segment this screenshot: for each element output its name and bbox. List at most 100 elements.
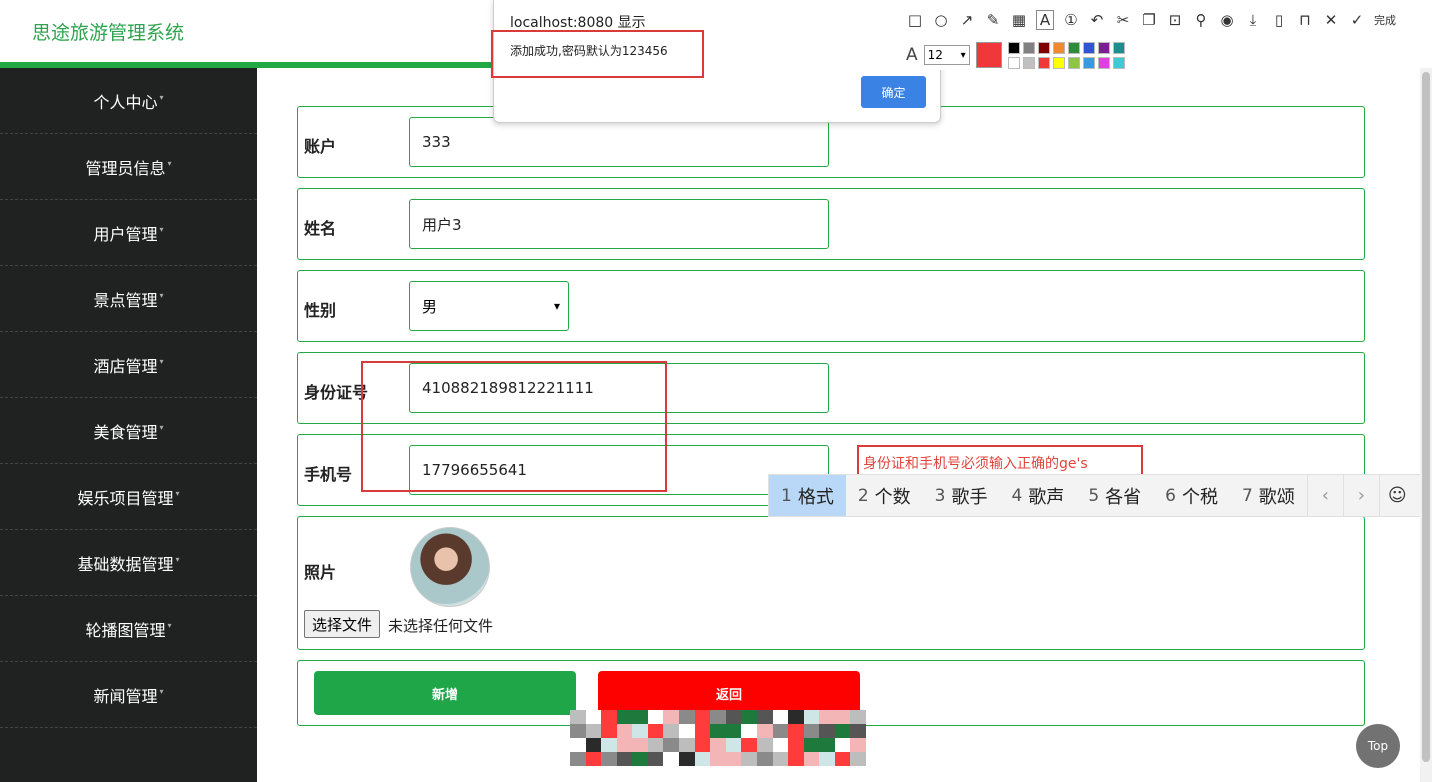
mosaic-overlay [570, 710, 866, 766]
mosaic-cell [741, 738, 757, 752]
scan-icon[interactable]: ⊡ [1166, 11, 1184, 29]
mosaic-cell [570, 724, 586, 738]
number-icon[interactable]: ① [1062, 11, 1080, 29]
ime-emoji-icon[interactable]: ☺ [1378, 475, 1415, 516]
font-size-select[interactable]: 12 ▾ [923, 45, 970, 65]
rectangle-icon[interactable]: □ [906, 11, 924, 29]
sidebar-item-base-data[interactable]: 基础数据管理 ▾ [0, 530, 257, 596]
device-icon[interactable]: ▯ [1270, 11, 1288, 29]
record-icon[interactable]: ◉ [1218, 11, 1236, 29]
sidebar-item-admin-info[interactable]: 管理员信息 ▾ [0, 134, 257, 200]
annotation-rectangle[interactable] [361, 361, 667, 492]
color-swatch[interactable] [1097, 56, 1110, 69]
color-swatch[interactable] [1052, 41, 1065, 54]
form-row-photo: 照片 选择文件 未选择任何文件 [297, 516, 1365, 650]
pencil-icon[interactable]: ✎ [984, 11, 1002, 29]
mosaic-cell [803, 710, 820, 724]
ime-candidate[interactable]: 3 歌手 [923, 475, 1000, 516]
mosaic-cell [679, 752, 695, 766]
circle-icon[interactable]: ○ [932, 11, 950, 29]
download-icon[interactable]: ⤓ [1244, 11, 1262, 29]
id-card-label: 身份证号 [304, 383, 369, 402]
sidebar-item-profile[interactable]: 个人中心 ▾ [0, 68, 257, 134]
ime-candidate[interactable]: 6 个税 [1153, 475, 1230, 516]
mosaic-cell [663, 710, 680, 724]
mosaic-cell [710, 752, 726, 766]
account-label: 账户 [304, 137, 337, 156]
add-button[interactable]: 新增 [314, 671, 576, 715]
text-icon[interactable]: A [1036, 10, 1054, 30]
color-swatch[interactable] [1082, 41, 1095, 54]
ime-candidate[interactable]: 7 歌颂 [1230, 475, 1307, 516]
mosaic-cell [788, 710, 804, 724]
color-swatch[interactable] [1022, 41, 1035, 54]
scroll-thumb[interactable] [1422, 72, 1430, 762]
color-swatch[interactable] [1067, 41, 1080, 54]
toolbar-style: A 12 ▾ [906, 41, 1125, 69]
ime-candidate[interactable]: 1 格式 [769, 475, 846, 516]
color-swatch[interactable] [1082, 56, 1095, 69]
mosaic-cell [819, 724, 835, 738]
color-swatch[interactable] [1112, 56, 1125, 69]
scrollbar[interactable] [1420, 68, 1432, 782]
chevron-down-icon: ▾ [553, 299, 560, 313]
color-swatch[interactable] [1067, 56, 1080, 69]
current-color-swatch[interactable] [975, 42, 1002, 68]
mosaic-cell [601, 752, 617, 766]
color-swatch[interactable] [1007, 41, 1020, 54]
photo-preview [410, 527, 490, 607]
back-to-top-button[interactable]: Top [1356, 724, 1400, 768]
mosaic-cell [819, 738, 835, 752]
form-row-name: 姓名 用户3 [297, 188, 1365, 260]
done-label[interactable]: 完成 [1374, 12, 1396, 28]
mosaic-cell [616, 752, 633, 766]
color-swatch[interactable] [1112, 41, 1125, 54]
mosaic-cell [632, 724, 648, 738]
annotation-rectangle-alert[interactable] [491, 30, 704, 78]
sidebar-item-food[interactable]: 美食管理 ▾ [0, 398, 257, 464]
caret-down-icon: ▾ [167, 621, 172, 630]
arrow-icon[interactable]: ↗ [958, 11, 976, 29]
undo-icon[interactable]: ↶ [1088, 11, 1106, 29]
pin-icon[interactable]: ⚲ [1192, 11, 1210, 29]
mosaic-cell [601, 724, 617, 738]
sidebar-item-entertainment[interactable]: 娱乐项目管理 ▾ [0, 464, 257, 530]
copy-icon[interactable]: ❐ [1140, 11, 1158, 29]
color-swatch[interactable] [1007, 56, 1020, 69]
ime-candidate[interactable]: 5 各省 [1076, 475, 1153, 516]
sidebar-item-attractions[interactable]: 景点管理 ▾ [0, 266, 257, 332]
color-swatch[interactable] [1052, 56, 1065, 69]
bookmark-icon[interactable]: ⊓ [1296, 11, 1314, 29]
cut-icon[interactable]: ✂ [1114, 11, 1132, 29]
color-palette [1007, 41, 1125, 69]
sidebar-item-news[interactable]: 新闻管理 ▾ [0, 662, 257, 728]
mosaic-icon[interactable]: ▦ [1010, 11, 1028, 29]
color-swatch[interactable] [1022, 56, 1035, 69]
mosaic-cell [710, 710, 726, 724]
color-swatch[interactable] [1037, 56, 1050, 69]
mosaic-cell [710, 724, 726, 738]
name-input[interactable]: 用户3 [409, 199, 829, 249]
mosaic-cell [803, 724, 820, 738]
font-icon: A [906, 45, 918, 65]
check-icon[interactable]: ✓ [1348, 11, 1366, 29]
sidebar-item-carousel[interactable]: 轮播图管理 ▾ [0, 596, 257, 662]
close-icon[interactable]: ✕ [1322, 11, 1340, 29]
gender-select[interactable]: 男 ▾ [409, 281, 569, 331]
sidebar-item-users[interactable]: 用户管理 ▾ [0, 200, 257, 266]
mosaic-cell [679, 724, 695, 738]
alert-ok-button[interactable]: 确定 [861, 76, 926, 108]
ime-next-icon[interactable]: › [1342, 475, 1379, 516]
choose-file-button[interactable]: 选择文件 [304, 610, 381, 638]
mosaic-cell [756, 752, 773, 766]
account-input[interactable]: 333 [409, 117, 829, 167]
color-swatch[interactable] [1097, 41, 1110, 54]
ime-prev-icon[interactable]: ‹ [1306, 475, 1343, 516]
ime-candidate[interactable]: 2 个数 [846, 475, 923, 516]
mosaic-cell [585, 738, 602, 752]
back-button[interactable]: 返回 [598, 671, 860, 715]
sidebar-item-hotels[interactable]: 酒店管理 ▾ [0, 332, 257, 398]
color-swatch[interactable] [1037, 41, 1050, 54]
mosaic-cell [834, 752, 851, 766]
ime-candidate[interactable]: 4 歌声 [999, 475, 1076, 516]
